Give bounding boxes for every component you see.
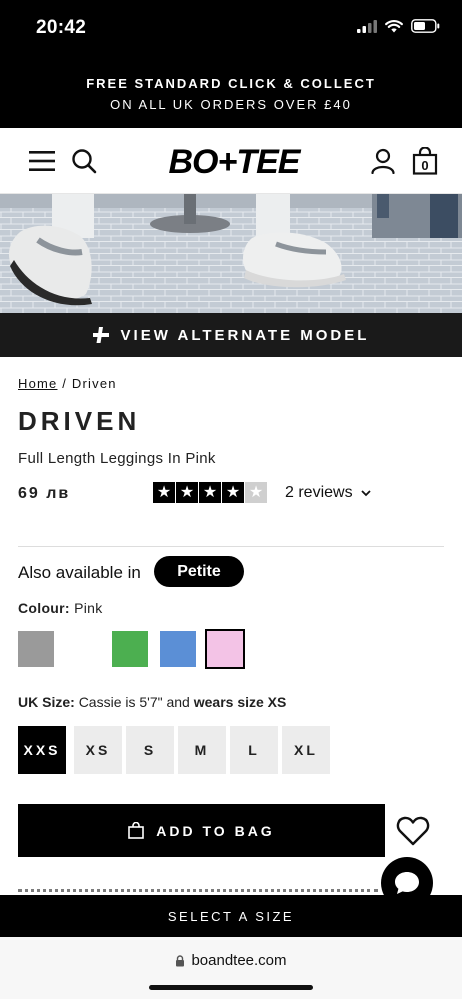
star-icon: ★ xyxy=(153,482,175,503)
site-header: BO+TEE 0 xyxy=(0,128,462,194)
size-label: UK Size: xyxy=(18,694,75,710)
swatch-grey[interactable] xyxy=(18,631,54,667)
promo-banner[interactable]: FREE STANDARD CLICK & COLLECT ON ALL UK … xyxy=(0,58,462,128)
chevron-down-icon xyxy=(360,489,371,496)
status-bar: 20:42 xyxy=(0,0,462,58)
size-option-xl[interactable]: XL xyxy=(282,726,330,774)
size-option-s[interactable]: S xyxy=(126,726,174,774)
size-option-xxs[interactable]: XXS xyxy=(18,726,66,774)
colour-label-title: Colour: xyxy=(18,600,70,616)
view-alternate-model-label: VIEW ALTERNATE MODEL xyxy=(120,326,370,344)
size-guide-text: UK Size: Cassie is 5'7" and wears size X… xyxy=(18,694,286,710)
chat-bubble-icon xyxy=(395,872,419,894)
lock-icon xyxy=(176,954,185,966)
also-available-label: Also available in xyxy=(18,563,141,582)
cellular-signal-icon xyxy=(357,19,377,33)
menu-icon[interactable] xyxy=(28,148,56,174)
breadcrumb-home-link[interactable]: Home xyxy=(18,376,57,391)
account-icon[interactable] xyxy=(369,147,397,175)
search-icon[interactable] xyxy=(70,147,98,175)
chat-button[interactable] xyxy=(381,857,433,909)
divider xyxy=(18,546,444,547)
breadcrumb: Home / Driven xyxy=(18,376,117,391)
promo-headline: FREE STANDARD CLICK & COLLECT xyxy=(86,76,376,91)
star-empty-icon: ★ xyxy=(245,482,267,503)
swatch-green[interactable] xyxy=(112,631,148,667)
star-icon: ★ xyxy=(176,482,198,503)
colour-label: Colour: Pink xyxy=(18,600,103,616)
url-text: boandtee.com xyxy=(191,952,287,969)
breadcrumb-current: Driven xyxy=(71,376,117,391)
product-name: Full Length Leggings In Pink xyxy=(18,450,216,467)
swatch-pink[interactable] xyxy=(205,629,245,669)
star-icon: ★ xyxy=(222,482,244,503)
home-indicator[interactable] xyxy=(149,985,313,990)
battery-icon xyxy=(411,19,440,33)
bag-icon[interactable]: 0 xyxy=(411,146,439,176)
size-option-m[interactable]: M xyxy=(178,726,226,774)
view-alternate-model-button[interactable]: VIEW ALTERNATE MODEL xyxy=(0,313,462,357)
bag-icon xyxy=(128,822,145,839)
product-price: 69 лв xyxy=(18,485,71,502)
promo-subline: ON ALL UK ORDERS OVER £40 xyxy=(110,97,352,112)
wishlist-heart-icon[interactable] xyxy=(396,815,430,847)
logo-text: BO+TEE xyxy=(169,143,302,180)
bag-count: 0 xyxy=(421,158,428,173)
wifi-icon xyxy=(385,20,403,33)
colour-selected-value: Pink xyxy=(74,600,103,616)
petite-option-button[interactable]: Petite xyxy=(154,556,244,587)
product-image[interactable] xyxy=(0,194,462,313)
reviews-count: 2 reviews xyxy=(285,484,353,501)
star-icon: ★ xyxy=(199,482,221,503)
url-display[interactable]: boandtee.com xyxy=(0,952,462,969)
size-note-bold: wears size XS xyxy=(193,694,287,710)
reviews-dropdown[interactable]: 2 reviews xyxy=(285,484,371,502)
rating-stars[interactable]: ★ ★ ★ ★ ★ xyxy=(153,482,267,503)
status-time: 20:42 xyxy=(36,17,87,38)
product-brand-title: DRIVEN xyxy=(18,406,141,436)
swatch-white[interactable] xyxy=(65,631,101,667)
swatch-blue[interactable] xyxy=(160,631,196,667)
brand-logo[interactable]: BO+TEE xyxy=(150,142,318,181)
product-details: Home / Driven DRIVEN Full Length Legging… xyxy=(0,357,462,895)
add-to-bag-label: ADD TO BAG xyxy=(156,822,275,839)
status-icons xyxy=(357,19,440,33)
size-option-xs[interactable]: XS xyxy=(74,726,122,774)
size-note: Cassie is 5'7" and xyxy=(78,694,190,710)
browser-address-bar[interactable]: boandtee.com xyxy=(0,937,462,999)
size-option-l[interactable]: L xyxy=(230,726,278,774)
add-to-bag-button[interactable]: ADD TO BAG xyxy=(18,804,385,857)
breadcrumb-separator: / xyxy=(62,376,68,391)
plus-bolt-icon xyxy=(92,327,109,343)
